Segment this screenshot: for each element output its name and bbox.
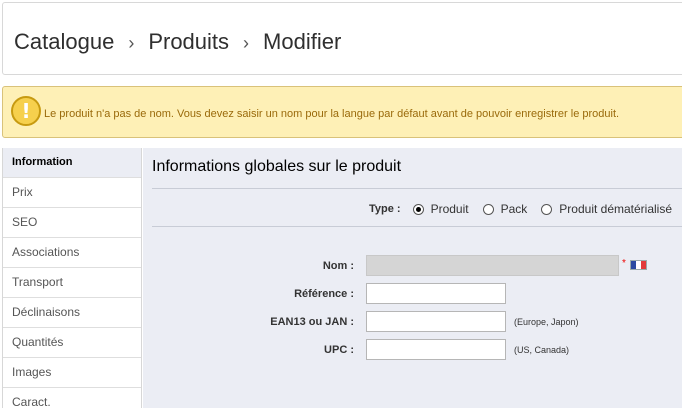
breadcrumb-item-modifier: Modifier — [263, 29, 342, 54]
tab-seo[interactable]: SEO — [3, 208, 141, 238]
tab-transport[interactable]: Transport — [3, 268, 141, 298]
breadcrumb-separator-icon: › — [243, 32, 250, 53]
breadcrumb: Catalogue › Produits › Modifier — [14, 27, 341, 57]
tab-caracteristiques[interactable]: Caract. — [3, 388, 141, 408]
radio-unselected-icon[interactable] — [482, 203, 494, 215]
upc-label: UPC : — [324, 344, 354, 356]
type-option-produit[interactable]: Produit — [412, 202, 469, 216]
ean13-hint: (Europe, Japon) — [514, 317, 579, 327]
ean13-label: EAN13 ou JAN : — [270, 316, 354, 328]
type-option-produit-label: Produit — [430, 202, 469, 216]
product-info-panel: Informations globales sur le produit Typ… — [143, 148, 682, 408]
tab-associations[interactable]: Associations — [3, 238, 141, 268]
product-tabs: Information Prix SEO Associations Transp… — [2, 148, 142, 408]
tab-prix[interactable]: Prix — [3, 178, 141, 208]
section-title: Informations globales sur le produit — [152, 158, 402, 175]
required-marker: * — [622, 258, 626, 269]
breadcrumb-item-produits[interactable]: Produits — [148, 29, 229, 55]
reference-label: Référence : — [294, 288, 354, 300]
type-option-dematerialise-label: Produit dématérialisé — [559, 202, 673, 216]
type-option-pack-label: Pack — [500, 202, 528, 216]
breadcrumb-item-catalogue[interactable]: Catalogue — [14, 29, 114, 55]
france-flag-icon[interactable] — [630, 260, 647, 270]
upc-hint: (US, Canada) — [514, 345, 570, 355]
upc-field[interactable] — [366, 339, 506, 360]
name-field[interactable] — [366, 255, 619, 276]
breadcrumb-separator-icon: › — [128, 32, 135, 53]
divider — [152, 226, 682, 227]
radio-selected-icon[interactable] — [412, 203, 424, 215]
divider — [152, 188, 682, 189]
warning-alert: ! Le produit n'a pas de nom. Vous devez … — [2, 86, 682, 138]
type-option-dematerialise[interactable]: Produit dématérialisé — [541, 202, 672, 216]
name-label: Nom : — [322, 260, 354, 272]
exclamation-icon: ! — [11, 96, 41, 126]
ean13-field[interactable] — [366, 311, 506, 332]
page-header: Catalogue › Produits › Modifier — [2, 2, 682, 75]
reference-field[interactable] — [366, 283, 506, 304]
tab-quantites[interactable]: Quantités — [3, 328, 141, 358]
warning-message: Le produit n'a pas de nom. Vous devez sa… — [44, 108, 620, 120]
tab-declinaisons[interactable]: Déclinaisons — [3, 298, 141, 328]
product-type-selector: Type : Produit Pack Produit dématérialis… — [369, 202, 682, 216]
type-label: Type : — [369, 203, 401, 215]
radio-unselected-icon[interactable] — [541, 203, 553, 215]
tab-images[interactable]: Images — [3, 358, 141, 388]
tab-information[interactable]: Information — [3, 148, 141, 178]
type-option-pack[interactable]: Pack — [482, 202, 528, 216]
